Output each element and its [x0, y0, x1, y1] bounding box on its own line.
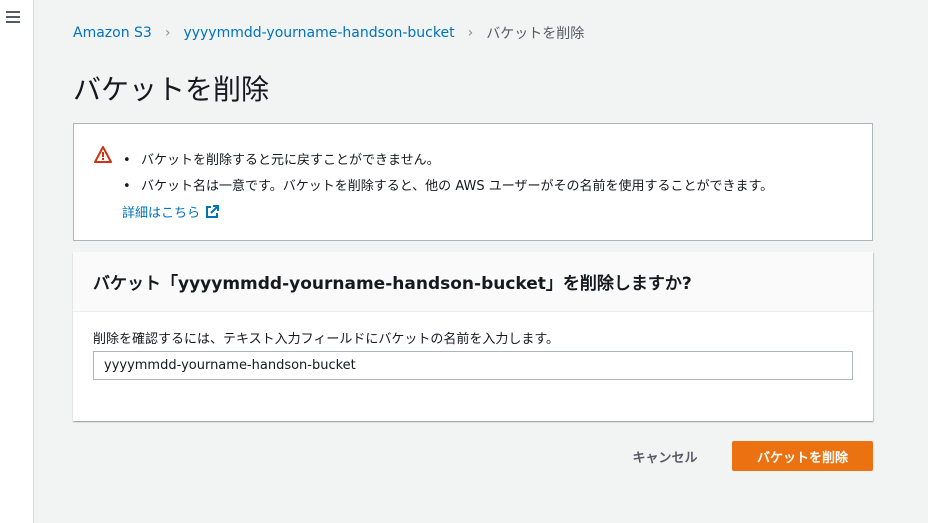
warning-item: バケット名は一意です。バケットを削除すると、他の AWS ユーザーがその名前を使…	[123, 174, 773, 200]
breadcrumb-item-bucket[interactable]: yyyymmdd-yourname-handson-bucket	[183, 25, 454, 41]
warning-alert: バケットを削除すると元に戻すことができません。 バケット名は一意です。バケットを…	[73, 123, 873, 241]
cancel-button[interactable]: キャンセル	[614, 441, 716, 471]
breadcrumb-current: バケットを削除	[486, 26, 585, 42]
chevron-right-icon: ›	[467, 25, 474, 41]
confirm-delete-panel: バケット「yyyymmdd-yourname-handson-bucket」を削…	[73, 252, 873, 421]
warning-list: バケットを削除すると元に戻すことができません。 バケット名は一意です。バケットを…	[123, 148, 773, 200]
warning-item: バケットを削除すると元に戻すことができません。	[123, 148, 773, 174]
page-title: バケットを削除	[73, 73, 270, 106]
breadcrumb-item-amazon-s3[interactable]: Amazon S3	[73, 25, 152, 41]
side-navigation	[0, 0, 34, 523]
delete-bucket-button[interactable]: バケットを削除	[732, 441, 873, 471]
learn-more-link[interactable]: 詳細はこちら	[122, 202, 220, 221]
confirm-input-label: 削除を確認するには、テキスト入力フィールドにバケットの名前を入力します。	[93, 332, 560, 347]
panel-header: バケット「yyyymmdd-yourname-handson-bucket」を削…	[73, 252, 873, 312]
bucket-name-input[interactable]	[93, 351, 853, 380]
learn-more-label: 詳細はこちら	[122, 206, 201, 221]
breadcrumb: Amazon S3 › yyyymmdd-yourname-handson-bu…	[73, 23, 584, 43]
warning-icon	[94, 146, 112, 163]
panel-title: バケット「yyyymmdd-yourname-handson-bucket」を削…	[93, 274, 692, 294]
external-link-icon	[206, 204, 220, 218]
menu-icon[interactable]	[6, 11, 20, 23]
chevron-right-icon: ›	[164, 25, 171, 41]
